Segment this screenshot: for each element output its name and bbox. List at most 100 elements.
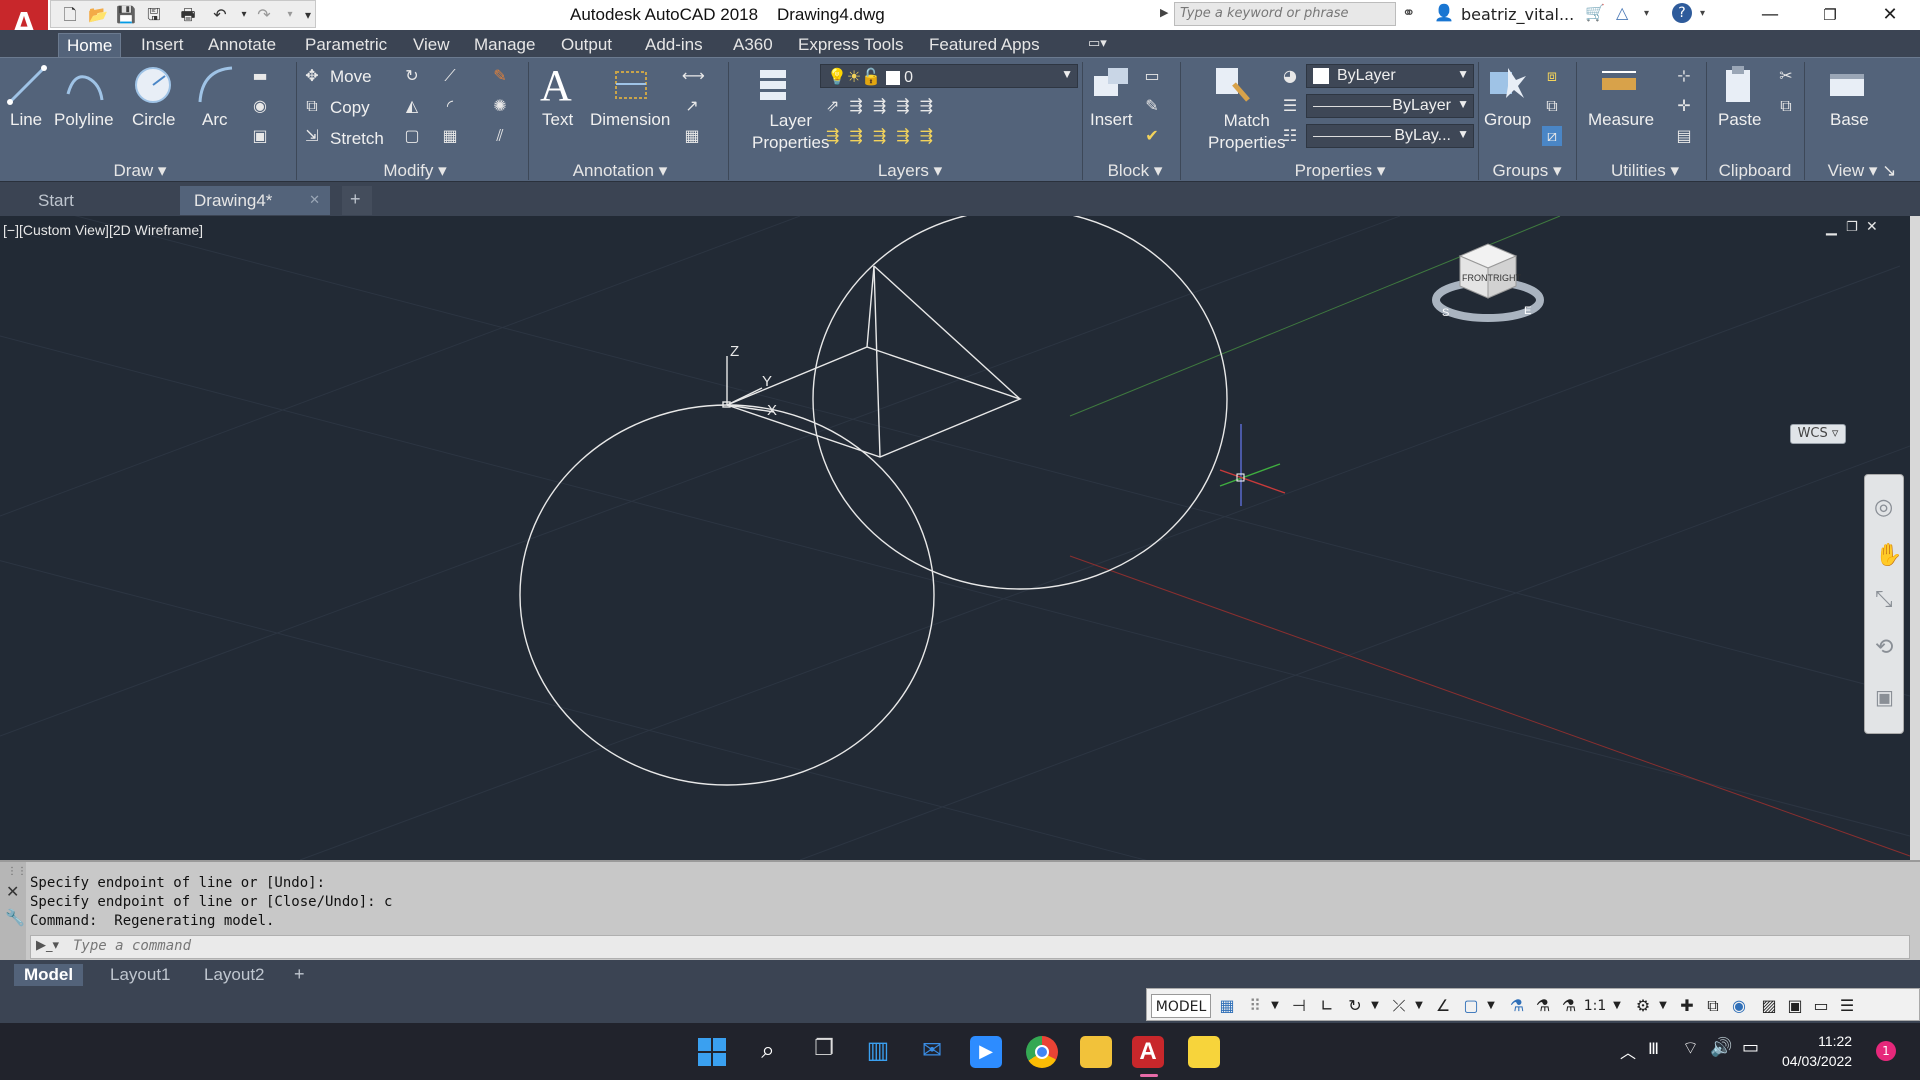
ortho-icon[interactable]: ∟ <box>1315 994 1339 1018</box>
edit-block-icon[interactable]: ✎ <box>1142 96 1162 116</box>
viewport-minimize-icon[interactable]: ▁ <box>1826 220 1837 236</box>
group-button[interactable]: Group <box>1484 110 1531 130</box>
lock-ui-icon[interactable]: ▨ <box>1757 994 1781 1018</box>
tab-a360[interactable]: A360 <box>725 33 781 57</box>
workspace-dropdown-icon[interactable]: ▼ <box>1655 994 1671 1018</box>
rotate-icon[interactable]: ↻ <box>402 66 422 86</box>
redo-icon[interactable]: ↷ <box>252 3 276 27</box>
binoculars-icon[interactable]: ⚭ <box>1402 3 1415 22</box>
hatch-icon[interactable]: ◉ <box>250 96 270 116</box>
wcs-menu[interactable]: WCS ▿ <box>1790 424 1846 444</box>
circle-right[interactable] <box>812 216 1228 590</box>
close-tab-icon[interactable]: ✕ <box>309 192 320 208</box>
base-view-icon[interactable] <box>1826 64 1868 106</box>
close-button[interactable]: ✕ <box>1860 0 1920 30</box>
save-as-icon[interactable]: 🖫 <box>142 3 166 27</box>
paste-icon[interactable] <box>1718 64 1760 106</box>
user-icon[interactable]: 👤 <box>1434 3 1454 22</box>
steering-wheel-icon[interactable]: ◎ <box>1874 495 1893 520</box>
polyline-icon[interactable] <box>64 64 106 106</box>
tray-app-icon[interactable]: Ⅲ <box>1648 1039 1659 1058</box>
polar-dropdown-icon[interactable]: ▼ <box>1367 994 1383 1018</box>
layers-panel-title[interactable]: Layers ▾ <box>860 161 960 181</box>
annotation-monitor-icon[interactable]: ✚ <box>1675 994 1699 1018</box>
tab-drawing4[interactable]: Drawing4* ✕ <box>180 186 330 215</box>
help-search-input[interactable]: Type a keyword or phrase <box>1174 2 1396 26</box>
customize-wrench-icon[interactable]: 🔧 <box>5 908 25 927</box>
zoom-extents-icon[interactable]: ⤡ <box>1875 587 1893 612</box>
graphics-performance-icon[interactable]: ▭ <box>1809 994 1833 1018</box>
erase-icon[interactable]: ✎ <box>490 66 510 86</box>
tab-annotate[interactable]: Annotate <box>200 33 284 57</box>
move-icon[interactable]: ✥ <box>302 66 322 86</box>
command-input[interactable]: Type a command <box>30 935 1910 959</box>
lineweight-dropdown[interactable]: ByLay... ▼ <box>1306 124 1474 148</box>
trim-icon[interactable]: ⟋ <box>440 66 460 86</box>
tab-home[interactable]: Home <box>58 33 122 57</box>
copy-icon[interactable]: ⧉ <box>302 96 322 116</box>
linetype-dropdown[interactable]: ByLayer ▼ <box>1306 94 1474 118</box>
text-button[interactable]: Text <box>542 110 573 130</box>
restore-button[interactable]: ❐ <box>1800 0 1860 30</box>
battery-icon[interactable]: ▭ <box>1742 1037 1759 1058</box>
properties-panel-title[interactable]: Properties ▾ <box>1270 161 1410 181</box>
polar-tracking-icon[interactable]: ↻ <box>1343 994 1367 1018</box>
widgets-icon[interactable]: ▥ <box>862 1036 894 1068</box>
windows-start-icon[interactable] <box>696 1036 728 1068</box>
id-point-icon[interactable]: ✛ <box>1674 96 1694 116</box>
copy-button[interactable]: Copy <box>330 98 370 118</box>
scale-dropdown-icon[interactable]: ▼ <box>1609 994 1625 1018</box>
stretch-button[interactable]: Stretch <box>330 129 384 149</box>
linetype-list-icon[interactable]: ☰ <box>1280 96 1300 116</box>
new-layout-button[interactable]: + <box>286 964 313 986</box>
sticky-notes-icon[interactable] <box>1188 1036 1220 1068</box>
tab-layout1[interactable]: Layout1 <box>100 964 181 986</box>
utilities-panel-title[interactable]: Utilities ▾ <box>1590 161 1700 181</box>
color-dropdown[interactable]: ByLayer ▼ <box>1306 64 1474 88</box>
measure-icon[interactable] <box>1598 64 1640 106</box>
undo-icon[interactable]: ↶ <box>208 3 232 27</box>
scale-icon[interactable]: ▢ <box>402 126 422 146</box>
search-icon[interactable]: ⌕ <box>752 1036 784 1068</box>
table-icon[interactable]: ▦ <box>682 126 702 146</box>
vertical-scrollbar[interactable] <box>1910 216 1920 860</box>
cart-icon[interactable]: 🛒 <box>1585 3 1605 22</box>
ribbon-minimize-icon[interactable]: ▭▾ <box>1080 33 1115 57</box>
annotation-scale-value[interactable]: 1:1 <box>1581 994 1609 1018</box>
drawing-viewport[interactable]: Z Y X FRONT RIGHT S E [−][Custom View][2… <box>0 216 1910 860</box>
new-tab-button[interactable]: + <box>342 186 372 215</box>
autocad-taskbar-icon[interactable]: A <box>1132 1036 1164 1068</box>
copy-clip-icon[interactable]: ⧉ <box>1776 96 1796 116</box>
help-icon[interactable]: ? <box>1672 3 1692 23</box>
dimension-button[interactable]: Dimension <box>590 110 670 130</box>
annotation-scale-icon[interactable]: ⚗ <box>1557 994 1581 1018</box>
close-command-icon[interactable]: ✕ <box>6 882 19 901</box>
view-panel-title[interactable]: View ▾ ↘ <box>1812 161 1912 181</box>
tab-insert[interactable]: Insert <box>133 33 192 57</box>
match-properties-button[interactable]: Match Properties <box>1208 110 1285 154</box>
group-edit-icon[interactable]: ⧉ <box>1542 96 1562 116</box>
object-snap-tracking-icon[interactable]: ∠ <box>1431 994 1455 1018</box>
view-cube[interactable]: FRONT RIGHT S E <box>1432 243 1544 322</box>
snap-icon[interactable]: ⠿ <box>1243 994 1267 1018</box>
create-block-icon[interactable]: ▭ <box>1142 66 1162 86</box>
mirror-icon[interactable]: ◭ <box>402 96 422 116</box>
viewport-restore-icon[interactable]: ❐ <box>1846 220 1858 235</box>
layer-tools-row1[interactable]: ⇗⇶⇶⇶⇶ <box>826 96 943 115</box>
match-properties-icon[interactable] <box>1210 64 1252 106</box>
tab-add-ins[interactable]: Add-ins <box>637 33 711 57</box>
polyline-button[interactable]: Polyline <box>54 110 114 130</box>
tab-layout2[interactable]: Layout2 <box>194 964 275 986</box>
dimension-icon[interactable] <box>610 64 652 106</box>
draw-panel-title[interactable]: Draw ▾ <box>100 161 180 181</box>
group-selection-icon[interactable]: ⧄ <box>1542 126 1562 146</box>
model-space-button[interactable]: MODEL <box>1151 994 1211 1018</box>
insert-button[interactable]: Insert <box>1090 110 1133 130</box>
arc-icon[interactable] <box>194 64 236 106</box>
snap-dropdown-icon[interactable]: ▼ <box>1267 994 1283 1018</box>
command-line-handle[interactable]: ⋮⋮ ✕ 🔧 <box>0 862 27 962</box>
tab-start[interactable]: Start <box>24 186 174 215</box>
calculator-icon[interactable]: ▤ <box>1674 126 1694 146</box>
grid-icon[interactable]: ▦ <box>1215 994 1239 1018</box>
new-file-icon[interactable]: 🗋 <box>58 3 82 27</box>
